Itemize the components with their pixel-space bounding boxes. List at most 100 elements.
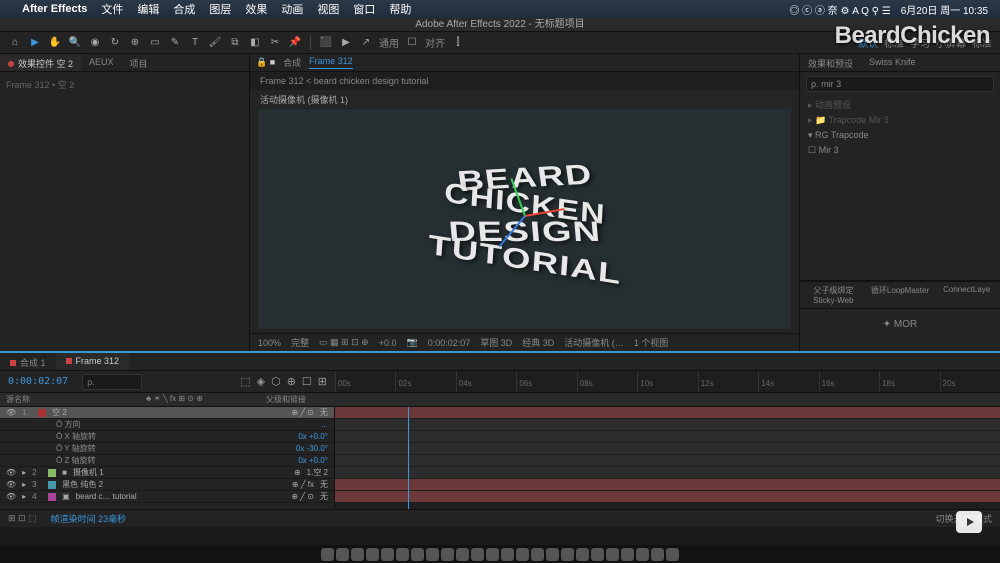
eraser-tool-icon[interactable]: ◧ — [248, 36, 262, 50]
timeline-timecode[interactable]: 0:00:02:07 — [8, 376, 68, 387]
layer-3-solid[interactable]: 👁▸3黑色 纯色 2⊕ ╱ fx无 — [0, 479, 334, 491]
home-icon[interactable]: ⌂ — [8, 36, 22, 50]
puppet-tool-icon[interactable]: 📌 — [288, 36, 302, 50]
views-select[interactable]: 1 个视图 — [634, 336, 669, 349]
dock-app-icon[interactable] — [501, 548, 514, 561]
text-tool-icon[interactable]: T — [188, 36, 202, 50]
tab-connectlayer[interactable]: ConnectLaye — [933, 282, 1000, 308]
footer-timecode[interactable]: 0:00:02:07 — [428, 338, 471, 348]
tree-presets[interactable]: ▸ 动画预设 — [800, 96, 1000, 113]
anchor-tool-icon[interactable]: ⊕ — [128, 36, 142, 50]
viewer-tab-comp[interactable]: 合成 — [283, 56, 301, 69]
dock-app-icon[interactable] — [321, 548, 334, 561]
menu-layer[interactable]: 图层 — [209, 1, 231, 17]
view-mode[interactable]: 草图 3D — [480, 336, 512, 349]
tab-project[interactable]: 项目 — [122, 54, 156, 71]
playhead[interactable] — [408, 407, 409, 509]
dock-app-icon[interactable] — [426, 548, 439, 561]
tab-effect-controls[interactable]: 效果控件 空 2 — [0, 54, 81, 71]
tl-icon-5[interactable]: ☐ — [302, 375, 312, 388]
menu-edit[interactable]: 编辑 — [137, 1, 159, 17]
menu-file[interactable]: 文件 — [101, 1, 123, 17]
axis-local-icon[interactable]: ⬛ — [319, 36, 333, 50]
roto-tool-icon[interactable]: ✂ — [268, 36, 282, 50]
tab-sticky-web[interactable]: 父子级绑定Sticky-Web — [800, 282, 867, 308]
dock-app-icon[interactable] — [336, 548, 349, 561]
camera-icon[interactable]: 📷 — [406, 337, 417, 348]
snap-icon[interactable]: ☐ — [405, 36, 419, 50]
rotate-tool-icon[interactable]: ↻ — [108, 36, 122, 50]
layer-4-precomp[interactable]: 👁▸4▣beard c… tutorial⊕ ╱ ⊙无 — [0, 491, 334, 503]
mac-dock[interactable] — [0, 545, 1000, 563]
prop-y-rotation[interactable]: Ŏ Y 轴旋转0x -30.0° — [0, 443, 334, 455]
timeline-tracks[interactable] — [335, 407, 1000, 509]
menu-effect[interactable]: 效果 — [245, 1, 267, 17]
align-icon[interactable]: ⫿ — [451, 36, 465, 50]
hand-tool-icon[interactable]: ✋ — [48, 36, 62, 50]
dock-app-icon[interactable] — [591, 548, 604, 561]
fx-value[interactable]: +0.0 — [379, 338, 397, 348]
tl-icon-4[interactable]: ⊕ — [287, 375, 296, 388]
dock-app-icon[interactable] — [576, 548, 589, 561]
tree-rg-trapcode[interactable]: ▾ RG Trapcode — [800, 128, 1000, 143]
dock-app-icon[interactable] — [351, 548, 364, 561]
axis-world-icon[interactable]: ▶ — [339, 36, 353, 50]
tl-icon-1[interactable]: ⬚ — [240, 375, 250, 388]
dock-app-icon[interactable] — [606, 548, 619, 561]
dock-app-icon[interactable] — [546, 548, 559, 561]
app-name[interactable]: After Effects — [22, 3, 87, 15]
zoom-tool-icon[interactable]: 🔍 — [68, 36, 82, 50]
brush-tool-icon[interactable]: 🖌 — [208, 36, 222, 50]
quality-dropdown[interactable]: 完整 — [291, 336, 309, 349]
prop-x-rotation[interactable]: Ŏ X 轴旋转0x +0.0° — [0, 431, 334, 443]
dock-app-icon[interactable] — [531, 548, 544, 561]
menu-view[interactable]: 视图 — [317, 1, 339, 17]
status-icons[interactable]: ◎ ⓒ ⓐ 奈 ⚙ A Q ⚲ ☰ — [789, 2, 890, 17]
zoom-dropdown[interactable]: 100% — [258, 338, 281, 348]
viewer-canvas[interactable]: BEARD CHICKEN DESIGN TUTORIAL — [258, 109, 791, 329]
dock-app-icon[interactable] — [666, 548, 679, 561]
tree-trapcode-mir3[interactable]: ▸ 📁 Trapcode Mir 3 — [800, 113, 1000, 128]
tab-loopmaster[interactable]: 循环LoopMaster — [867, 282, 934, 308]
dock-app-icon[interactable] — [366, 548, 379, 561]
col-source-name[interactable]: 源名称 — [0, 393, 140, 406]
viewer-tab-frame[interactable]: Frame 312 — [309, 56, 353, 69]
prop-orientation[interactable]: Ŏ 方向... — [0, 419, 334, 431]
video-play-button[interactable] — [956, 511, 982, 533]
dock-app-icon[interactable] — [516, 548, 529, 561]
menu-composition[interactable]: 合成 — [173, 1, 195, 17]
prop-z-rotation[interactable]: Ŏ Z 轴旋转0x +0.0° — [0, 455, 334, 467]
dock-app-icon[interactable] — [396, 548, 409, 561]
tl-icon-2[interactable]: ◈ — [257, 375, 265, 388]
dock-app-icon[interactable] — [651, 548, 664, 561]
dock-app-icon[interactable] — [486, 548, 499, 561]
menu-animation[interactable]: 动画 — [281, 1, 303, 17]
stamp-tool-icon[interactable]: ⧉ — [228, 36, 242, 50]
viewer-breadcrumb[interactable]: Frame 312 < beard chicken design tutoria… — [250, 72, 799, 90]
tree-mir3[interactable]: ☐ Mir 3 — [800, 143, 1000, 158]
axis-view-icon[interactable]: ↗ — [359, 36, 373, 50]
effects-search-input[interactable] — [806, 76, 994, 92]
dock-app-icon[interactable] — [456, 548, 469, 561]
toggle-switches-icon[interactable]: ⊞ ⊡ ⬚ — [8, 513, 37, 524]
timeline-tab-comp1[interactable]: 合成 1 — [0, 353, 56, 370]
col-parent[interactable]: 父级和链接 — [260, 393, 312, 406]
menu-help[interactable]: 帮助 — [389, 1, 411, 17]
orbit-tool-icon[interactable]: ◉ — [88, 36, 102, 50]
layer-1-null[interactable]: 👁1空 2⊕ ╱ ⊙无 — [0, 407, 334, 419]
tab-aeux[interactable]: AEUX — [81, 54, 122, 71]
tl-icon-3[interactable]: ⬡ — [271, 375, 281, 388]
dock-app-icon[interactable] — [471, 548, 484, 561]
dock-app-icon[interactable] — [621, 548, 634, 561]
time-ruler[interactable]: 00s 02s 04s 06s 08s 10s 12s 14s 16s 18s … — [335, 371, 1000, 392]
tab-swiss-knife[interactable]: Swiss Knife — [861, 54, 924, 71]
shape-tool-icon[interactable]: ▭ — [148, 36, 162, 50]
tl-icon-6[interactable]: ⊞ — [318, 375, 327, 388]
renderer[interactable]: 经典 3D — [522, 336, 554, 349]
layer-2-camera[interactable]: 👁▸2■摄像机 1⊕1.空 2 — [0, 467, 334, 479]
timeline-search[interactable] — [82, 374, 142, 390]
camera-select[interactable]: 活动摄像机 (… — [564, 336, 624, 349]
pen-tool-icon[interactable]: ✎ — [168, 36, 182, 50]
dock-app-icon[interactable] — [441, 548, 454, 561]
dock-app-icon[interactable] — [411, 548, 424, 561]
